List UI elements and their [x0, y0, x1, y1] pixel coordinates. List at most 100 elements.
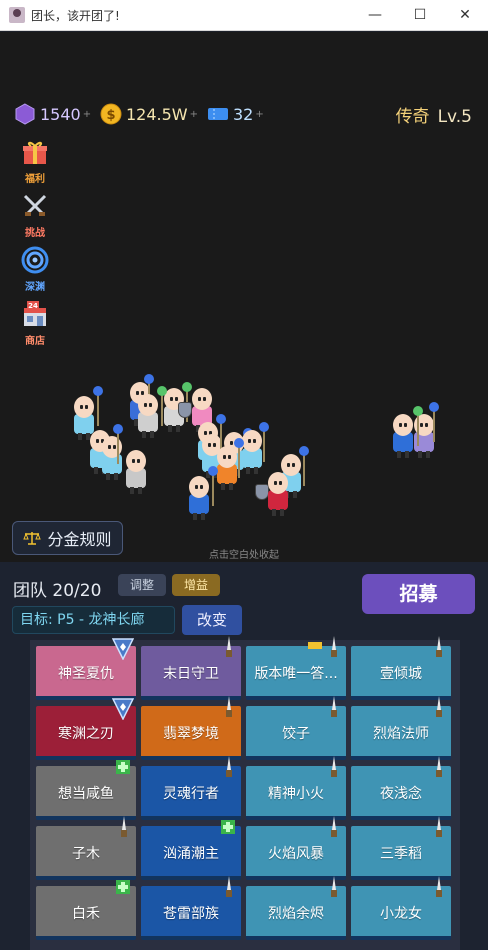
hero-sprite — [136, 394, 160, 438]
minimize-button[interactable]: — — [352, 0, 398, 31]
member-card[interactable]: 寒渊之刃 — [36, 698, 136, 760]
member-name: 小龙女 — [380, 906, 422, 922]
member-card[interactable]: 烈焰余烬 — [246, 876, 346, 940]
member-name: 白禾 — [72, 906, 100, 922]
change-target-button[interactable]: 改变 — [182, 605, 242, 635]
member-card[interactable]: 版本唯一答... — [246, 636, 346, 700]
member-name: 烈焰余烬 — [268, 906, 324, 922]
team-panel: 团队 20/20 调整 增益 目标: P5 - 龙神长廊 改变 招募 神圣夏仇 末… — [0, 562, 488, 950]
hero-sprite — [100, 436, 124, 480]
collapse-hint: 点击空白处收起 — [209, 550, 279, 561]
member-card[interactable]: 子木 — [36, 816, 136, 880]
dagger-icon — [435, 636, 443, 658]
staff-icon — [208, 466, 218, 506]
window-title: 团长，该开团了! — [31, 9, 120, 23]
gift-icon — [23, 141, 47, 164]
maximize-button[interactable]: ☐ — [397, 0, 443, 31]
dagger-icon — [330, 696, 338, 718]
member-card[interactable]: 翡翠梦境 — [141, 696, 241, 760]
gold-plus-icon: + — [189, 108, 199, 120]
shop-icon: 24 — [24, 301, 46, 326]
member-grid: 神圣夏仇 末日守卫 版本唯一答... 壹倾城寒渊之刃 翡翠梦境 饺子 烈焰法师想当咸鱼 灵魂行… — [30, 636, 460, 950]
member-card[interactable]: 壹倾城 — [351, 636, 451, 700]
member-name: 火焰风暴 — [268, 846, 324, 862]
member-name: 末日守卫 — [163, 666, 219, 682]
member-name: 三季稻 — [380, 846, 422, 862]
dagger-icon — [435, 876, 443, 898]
dagger-icon — [225, 636, 233, 658]
staff-icon — [93, 386, 103, 426]
hero-sprite — [266, 472, 290, 516]
dagger-icon — [435, 816, 443, 838]
member-card[interactable]: 末日守卫 — [141, 636, 241, 700]
rank-tier: 传奇 — [395, 107, 430, 127]
recruit-button[interactable]: 招募 — [362, 574, 475, 614]
staff-icon — [113, 424, 123, 464]
dagger-icon — [120, 816, 128, 838]
sidebar-item-shop[interactable]: 24 商店 — [18, 300, 52, 347]
dagger-icon — [330, 756, 338, 778]
crossed-swords-icon — [23, 194, 47, 216]
rank-level: 传奇 Lv.5 — [396, 102, 472, 127]
gem-value: 1540 — [40, 104, 81, 124]
scale-icon — [23, 532, 42, 545]
member-card[interactable]: 灵魂行者 — [141, 756, 241, 820]
dagger-icon — [435, 696, 443, 718]
rank-level-value: Lv.5 — [437, 107, 472, 127]
target-stage: 目标: P5 - 龙神长廊 — [12, 606, 175, 634]
crown-icon — [308, 642, 322, 649]
member-name: 精神小火 — [268, 786, 324, 802]
member-name: 神圣夏仇 — [58, 666, 114, 682]
gem-counter[interactable]: 1540 + — [14, 102, 91, 126]
rank-triangle-icon — [112, 638, 134, 660]
member-name: 壹倾城 — [380, 666, 422, 682]
member-card[interactable]: 精神小火 — [246, 756, 346, 820]
dagger-icon — [225, 756, 233, 778]
gold-counter[interactable]: $ 124.5W + — [100, 102, 198, 126]
sidebar-item-challenge[interactable]: 挑战 — [18, 192, 52, 239]
sidebar-item-label: 福利 — [25, 174, 45, 185]
member-name: 苍雷部族 — [163, 906, 219, 922]
ticket-value: 32 — [233, 104, 254, 124]
member-card[interactable]: 三季稻 — [351, 816, 451, 880]
hero-sprite — [124, 450, 148, 494]
sidebar-item-welfare[interactable]: 福利 — [18, 138, 52, 185]
ticket-counter[interactable]: 32 + — [207, 102, 264, 126]
svg-text:24: 24 — [28, 302, 38, 310]
close-button[interactable]: ✕ — [442, 0, 488, 31]
member-card[interactable]: 苍雷部族 — [141, 876, 241, 940]
member-name: 想当咸鱼 — [58, 786, 114, 802]
hero-sprite — [187, 476, 211, 520]
member-name: 寒渊之刃 — [58, 726, 114, 742]
member-card[interactable]: 白禾 — [36, 880, 136, 940]
member-card[interactable]: 想当咸鱼 — [36, 760, 136, 820]
green-plus-icon — [116, 880, 130, 894]
member-name: 灵魂行者 — [163, 786, 219, 802]
gold-value: 124.5W — [126, 104, 188, 124]
member-card[interactable]: 烈焰法师 — [351, 696, 451, 760]
member-card[interactable]: 小龙女 — [351, 876, 451, 940]
dagger-icon — [330, 876, 338, 898]
member-card[interactable]: 夜浅念 — [351, 756, 451, 820]
dagger-icon — [225, 696, 233, 718]
member-card[interactable]: 饺子 — [246, 696, 346, 760]
ticket-plus-icon: + — [255, 108, 264, 120]
buff-button[interactable]: 增益 — [172, 574, 220, 596]
member-card[interactable]: 火焰风暴 — [246, 816, 346, 880]
gem-icon — [15, 103, 35, 125]
dagger-icon — [225, 876, 233, 898]
battlefield-view[interactable]: 1540 + $ 124.5W + 32 + 传奇 Lv.5 福利 挑战 深渊 2… — [0, 32, 488, 562]
ticket-icon — [208, 108, 228, 120]
window-titlebar: 团长，该开团了! — ☐ ✕ — [0, 0, 488, 31]
sidebar-item-abyss[interactable]: 深渊 — [18, 246, 52, 293]
member-name: 夜浅念 — [380, 786, 422, 802]
team-count: 团队 20/20 — [13, 581, 102, 601]
dagger-icon — [330, 816, 338, 838]
adjust-button[interactable]: 调整 — [118, 574, 166, 596]
staff-icon — [299, 446, 309, 486]
staff-icon — [429, 402, 439, 442]
member-card[interactable]: 汹涌潮主 — [141, 820, 241, 880]
member-card[interactable]: 神圣夏仇 — [36, 638, 136, 700]
member-name: 汹涌潮主 — [163, 846, 219, 862]
green-plus-icon — [116, 760, 130, 774]
